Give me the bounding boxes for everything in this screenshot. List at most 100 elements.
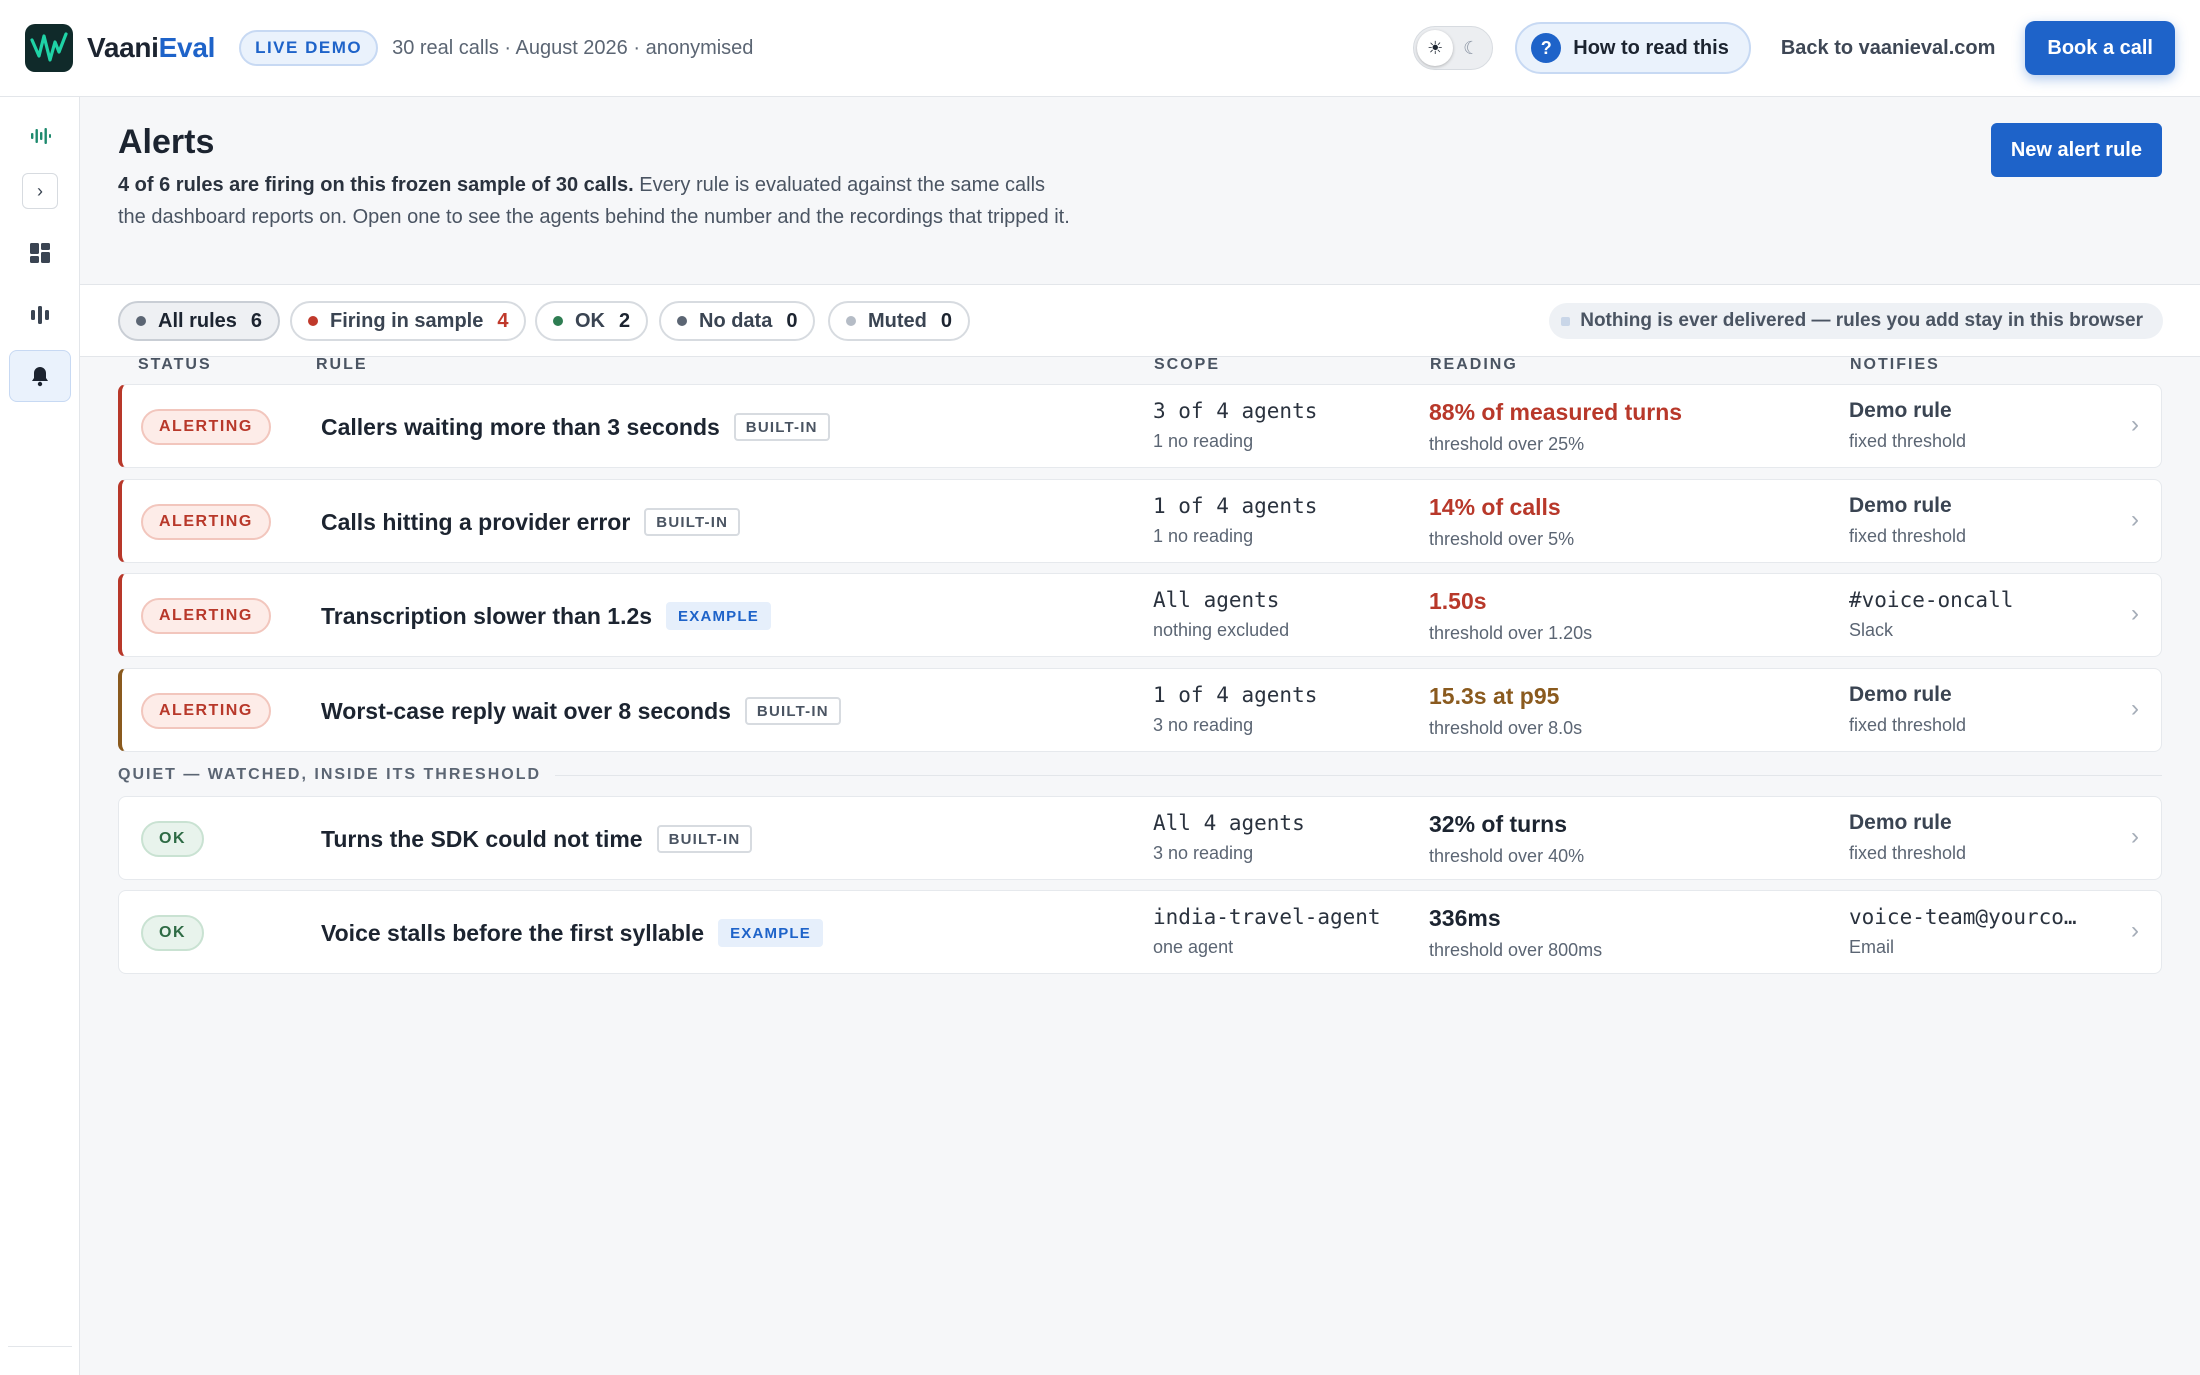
chevron-right-icon[interactable]: › — [2131, 823, 2139, 851]
rule-name: Turns the SDK could not time BUILT-IN — [321, 825, 753, 853]
alert-rule-row[interactable]: ALERTING Callers waiting more than 3 sec… — [118, 384, 2162, 468]
rule-notifies: voice-team@yourco… Email — [1849, 905, 2077, 957]
filter-ok[interactable]: OK 2 — [535, 301, 649, 341]
filter-all-rules[interactable]: All rules 6 — [118, 301, 281, 341]
status-badge: ALERTING — [141, 693, 271, 729]
chevron-right-icon[interactable]: › — [2131, 411, 2139, 439]
rule-notifies: Demo rule fixed threshold — [1849, 811, 1967, 863]
filter-count: 0 — [786, 309, 798, 332]
alert-rule-row[interactable]: OK Turns the SDK could not time BUILT-IN … — [118, 796, 2162, 880]
filter-bar: All rules 6 Firing in sample 4 OK 2 No d… — [80, 285, 2200, 357]
sun-icon: ☀ — [1417, 30, 1454, 66]
filter-no-data[interactable]: No data 0 — [659, 301, 816, 341]
rule-notifies: #voice-oncall Slack — [1849, 588, 2014, 640]
brand-name[interactable]: VaaniEval — [87, 32, 215, 64]
moon-icon: ☾ — [1463, 37, 1480, 58]
rule-notifies: Demo rule fixed threshold — [1849, 494, 1967, 546]
chevron-right-icon[interactable]: › — [2131, 695, 2139, 723]
rule-reading: 1.50s threshold over 1.20s — [1429, 588, 1593, 643]
filter-label: All rules — [158, 309, 237, 332]
top-bar: VaaniEval LIVE DEMO 30 real calls · Augu… — [0, 0, 2200, 97]
how-to-read-label: How to read this — [1573, 36, 1729, 59]
rule-reading: 14% of calls threshold over 5% — [1429, 494, 1575, 549]
filter-count: 0 — [940, 309, 953, 332]
rule-tag: BUILT-IN — [744, 697, 841, 725]
alerts-bell-icon[interactable] — [9, 350, 71, 402]
rule-reading: 88% of measured turns threshold over 25% — [1429, 399, 1683, 454]
rule-name: Transcription slower than 1.2s EXAMPLE — [321, 602, 771, 630]
alert-rule-row[interactable]: ALERTING Calls hitting a provider error B… — [118, 479, 2162, 563]
page-header: Alerts 4 of 6 rules are firing on this f… — [80, 97, 2200, 285]
theme-toggle[interactable]: ☀ ☾ — [1413, 26, 1494, 70]
book-call-button[interactable]: Book a call — [2025, 21, 2175, 75]
delivery-notice: Nothing is ever delivered — rules you ad… — [1549, 303, 2163, 339]
filter-count: 6 — [250, 309, 263, 332]
column-rule[interactable]: RULE — [316, 356, 368, 374]
page-description: 4 of 6 rules are firing on this frozen s… — [118, 174, 1070, 228]
status-badge: ALERTING — [141, 504, 271, 540]
column-notifies[interactable]: NOTIFIES — [1850, 356, 1940, 374]
status-badge: ALERTING — [141, 409, 271, 445]
filter-label: Muted — [868, 309, 927, 332]
dashboard-icon[interactable] — [9, 227, 71, 279]
rule-notifies: Demo rule fixed threshold — [1849, 683, 1967, 735]
filter-count: 4 — [497, 309, 509, 332]
back-link[interactable]: Back to vaanieval.com — [1781, 37, 1996, 60]
filter-label: No data — [699, 309, 773, 332]
filter-label: Firing in sample — [330, 309, 484, 332]
filter-label: OK — [575, 309, 605, 332]
status-badge: OK — [141, 821, 204, 857]
rule-reading: 15.3s at p95 threshold over 8.0s — [1429, 683, 1583, 738]
rule-name: Callers waiting more than 3 seconds BUILT… — [321, 413, 830, 441]
rule-scope: 1 of 4 agents 3 no reading — [1153, 683, 1318, 735]
waveform-icon[interactable] — [9, 110, 71, 162]
status-dot-icon — [136, 316, 146, 326]
rule-tag: BUILT-IN — [656, 825, 753, 853]
new-alert-rule-button[interactable]: New alert rule — [1990, 123, 2162, 177]
filter-firing[interactable]: Firing in sample 4 — [290, 301, 527, 341]
rule-scope: india-travel-agent one agent — [1153, 905, 1381, 957]
chevron-right-icon[interactable]: › — [2131, 600, 2139, 628]
rule-notifies: Demo rule fixed threshold — [1849, 399, 1967, 451]
chevron-right-icon[interactable]: › — [2131, 917, 2139, 945]
rule-tag: EXAMPLE — [666, 602, 771, 630]
how-to-read-button[interactable]: ? How to read this — [1515, 22, 1751, 74]
page-title: Alerts — [118, 123, 215, 161]
status-dot-icon — [846, 316, 856, 326]
column-reading[interactable]: READING — [1430, 356, 1518, 374]
rule-name: Calls hitting a provider error BUILT-IN — [321, 508, 741, 536]
rule-scope: All 4 agents 3 no reading — [1153, 811, 1305, 863]
rule-name: Worst-case reply wait over 8 seconds BUIL… — [321, 697, 841, 725]
status-badge: ALERTING — [141, 598, 271, 634]
column-scope[interactable]: SCOPE — [1154, 356, 1220, 374]
section-divider — [555, 774, 2162, 776]
rule-scope: 1 of 4 agents 1 no reading — [1153, 494, 1318, 546]
rule-tag: BUILT-IN — [733, 413, 830, 441]
status-dot-icon — [677, 316, 687, 326]
live-demo-badge: LIVE DEMO — [239, 30, 379, 66]
rule-reading: 32% of turns threshold over 40% — [1429, 811, 1585, 866]
alert-rule-row[interactable]: ALERTING Worst-case reply wait over 8 se… — [118, 668, 2162, 752]
rule-scope: All agents nothing excluded — [1153, 588, 1290, 640]
logo-icon[interactable] — [25, 24, 73, 72]
status-dot-icon — [308, 316, 318, 326]
status-dot-icon — [553, 316, 563, 326]
rule-tag: EXAMPLE — [718, 919, 823, 947]
expand-sidebar-button[interactable]: › — [22, 173, 58, 209]
filter-count: 2 — [619, 309, 631, 332]
rule-name: Voice stalls before the first syllable EX… — [321, 919, 823, 947]
chevron-right-icon[interactable]: › — [2131, 506, 2139, 534]
alert-rule-row[interactable]: ALERTING Transcription slower than 1.2s E… — [118, 573, 2162, 657]
sample-meta: 30 real calls · August 2026 · anonymised — [392, 36, 754, 59]
filter-muted[interactable]: Muted 0 — [828, 301, 971, 341]
agents-icon[interactable] — [9, 289, 71, 341]
column-status[interactable]: STATUS — [138, 356, 212, 374]
alert-rule-row[interactable]: OK Voice stalls before the first syllabl… — [118, 890, 2162, 974]
info-square-icon — [1561, 316, 1571, 326]
quiet-section-label: QUIET — WATCHED, INSIDE ITS THRESHOLD — [118, 766, 2162, 784]
rule-tag: BUILT-IN — [644, 508, 741, 536]
help-icon: ? — [1531, 33, 1562, 63]
rule-scope: 3 of 4 agents 1 no reading — [1153, 399, 1318, 451]
status-badge: OK — [141, 915, 204, 951]
sidebar-divider — [8, 1346, 72, 1347]
